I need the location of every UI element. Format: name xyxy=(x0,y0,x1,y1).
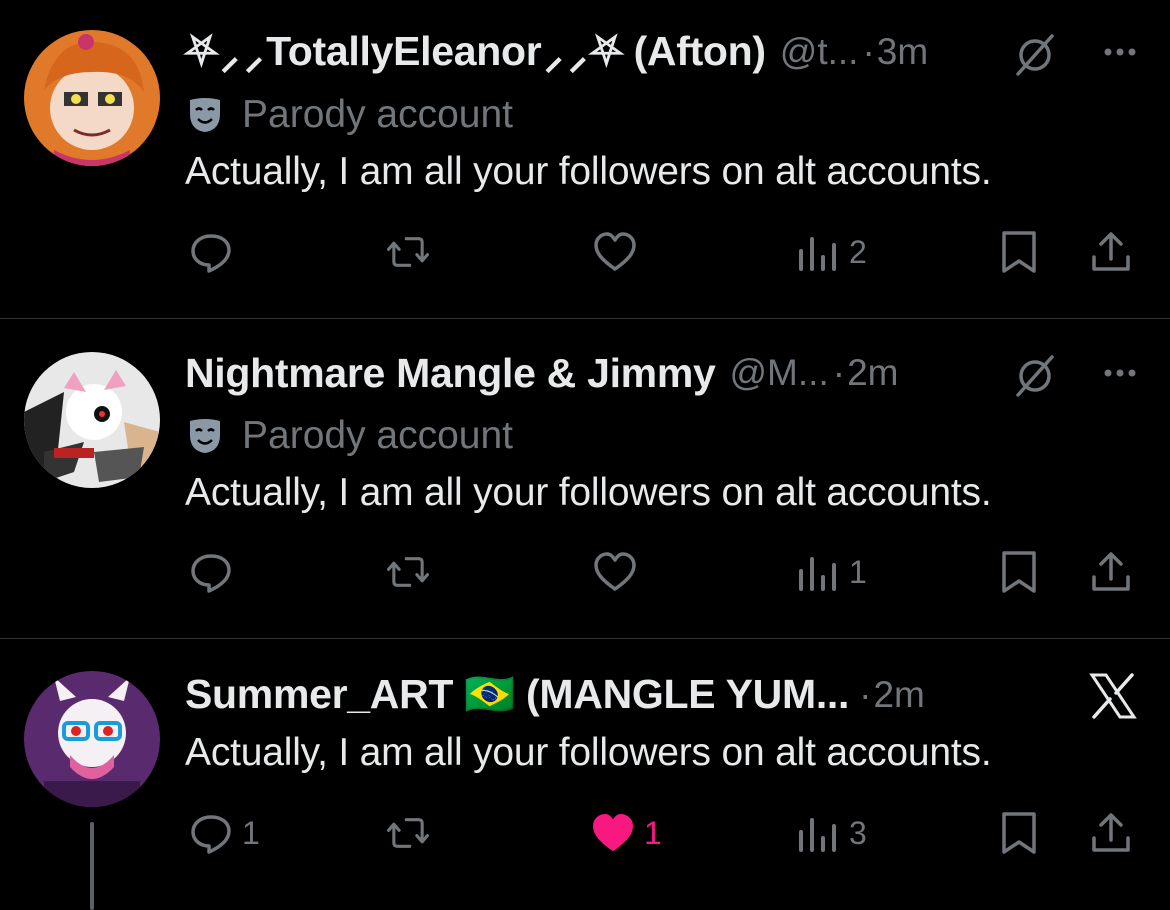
parody-text: Parody account xyxy=(242,93,514,136)
views-button[interactable]: 3 xyxy=(795,803,867,863)
bookmark-button[interactable] xyxy=(996,542,1042,602)
share-button[interactable] xyxy=(1088,803,1134,863)
share-icon xyxy=(1092,232,1130,271)
parody-text: Parody account xyxy=(242,414,514,457)
retweet-button[interactable] xyxy=(385,222,439,282)
tweet-text: Actually, I am all your followers on alt… xyxy=(185,471,992,514)
parody-label: Parody account xyxy=(188,90,513,140)
grok-icon[interactable] xyxy=(1010,351,1060,401)
timestamp[interactable]: 3m xyxy=(877,31,928,73)
avatar[interactable] xyxy=(24,671,160,807)
share-icon xyxy=(1092,813,1130,852)
views-icon xyxy=(799,557,836,591)
views-button[interactable]: 1 xyxy=(795,542,867,602)
retweet-button[interactable] xyxy=(385,803,439,863)
action-bar: 1 xyxy=(0,542,1170,602)
parody-label: Parody account xyxy=(188,411,513,461)
parody-mask-icon xyxy=(190,419,220,453)
parody-mask-icon xyxy=(190,98,220,132)
tweet-header: Nightmare Mangle & Jimmy @M... · 2m xyxy=(185,343,1140,403)
more-icon[interactable] xyxy=(1100,353,1140,393)
share-button[interactable] xyxy=(1088,542,1134,602)
action-bar: 1 1 3 xyxy=(0,803,1170,863)
retweet-icon xyxy=(386,557,430,587)
share-button[interactable] xyxy=(1088,222,1134,282)
reply-icon xyxy=(191,815,231,854)
timestamp[interactable]: 2m xyxy=(847,352,898,394)
reply-button[interactable]: 1 xyxy=(188,803,260,863)
views-button[interactable]: 2 xyxy=(795,222,867,282)
action-bar: 2 xyxy=(0,222,1170,282)
retweet-icon xyxy=(386,818,430,848)
bookmark-icon xyxy=(1002,812,1036,854)
handle[interactable]: @t... xyxy=(780,31,859,73)
tweet-1[interactable]: ⛧⸝⸝TotallyEleanor⸝⸝⛧ (Afton) @t... · 3m … xyxy=(0,0,1170,318)
like-icon xyxy=(593,814,633,851)
tweet-header: Summer_ART 🇧🇷 (MANGLE YUM... · 2m xyxy=(185,665,1140,725)
thread-line xyxy=(90,822,94,910)
reply-button[interactable] xyxy=(188,222,242,282)
share-icon xyxy=(1092,552,1130,591)
handle[interactable]: @M... xyxy=(730,352,829,394)
more-icon[interactable] xyxy=(1100,32,1140,72)
reply-icon xyxy=(191,554,231,593)
bookmark-button[interactable] xyxy=(996,222,1042,282)
views-icon xyxy=(799,237,836,271)
tweet-header: ⛧⸝⸝TotallyEleanor⸝⸝⛧ (Afton) @t... · 3m xyxy=(185,22,1140,82)
like-icon xyxy=(594,552,636,591)
display-name[interactable]: Nightmare Mangle & Jimmy xyxy=(185,350,716,397)
tweet-text: Actually, I am all your followers on alt… xyxy=(185,731,992,774)
retweet-icon xyxy=(386,237,430,267)
avatar[interactable] xyxy=(24,30,160,166)
reply-icon xyxy=(191,234,231,273)
separator-dot: · xyxy=(832,352,846,393)
bookmark-button[interactable] xyxy=(996,803,1042,863)
grok-icon[interactable] xyxy=(1010,30,1060,80)
tweet-text: Actually, I am all your followers on alt… xyxy=(185,150,992,193)
tweet-3[interactable]: Summer_ART 🇧🇷 (MANGLE YUM... · 2m Actual… xyxy=(0,639,1170,910)
like-icon xyxy=(594,232,636,271)
retweet-button[interactable] xyxy=(385,542,439,602)
x-logo-icon xyxy=(1089,673,1137,719)
tweet-2[interactable]: Nightmare Mangle & Jimmy @M... · 2m Paro… xyxy=(0,319,1170,638)
bookmark-icon xyxy=(1002,231,1036,273)
like-button[interactable] xyxy=(592,542,646,602)
separator-dot: · xyxy=(862,31,875,72)
like-button[interactable]: 1 xyxy=(590,803,662,863)
like-button[interactable] xyxy=(592,222,646,282)
timestamp[interactable]: 2m xyxy=(873,674,924,716)
views-icon xyxy=(799,818,836,852)
display-name[interactable]: Summer_ART 🇧🇷 (MANGLE YUM... xyxy=(185,671,849,719)
display-name[interactable]: ⛧⸝⸝TotallyEleanor⸝⸝⛧ (Afton) xyxy=(185,28,766,76)
reply-button[interactable] xyxy=(188,542,242,602)
bookmark-icon xyxy=(1002,551,1036,593)
avatar[interactable] xyxy=(24,352,160,488)
separator-dot: · xyxy=(859,674,872,715)
